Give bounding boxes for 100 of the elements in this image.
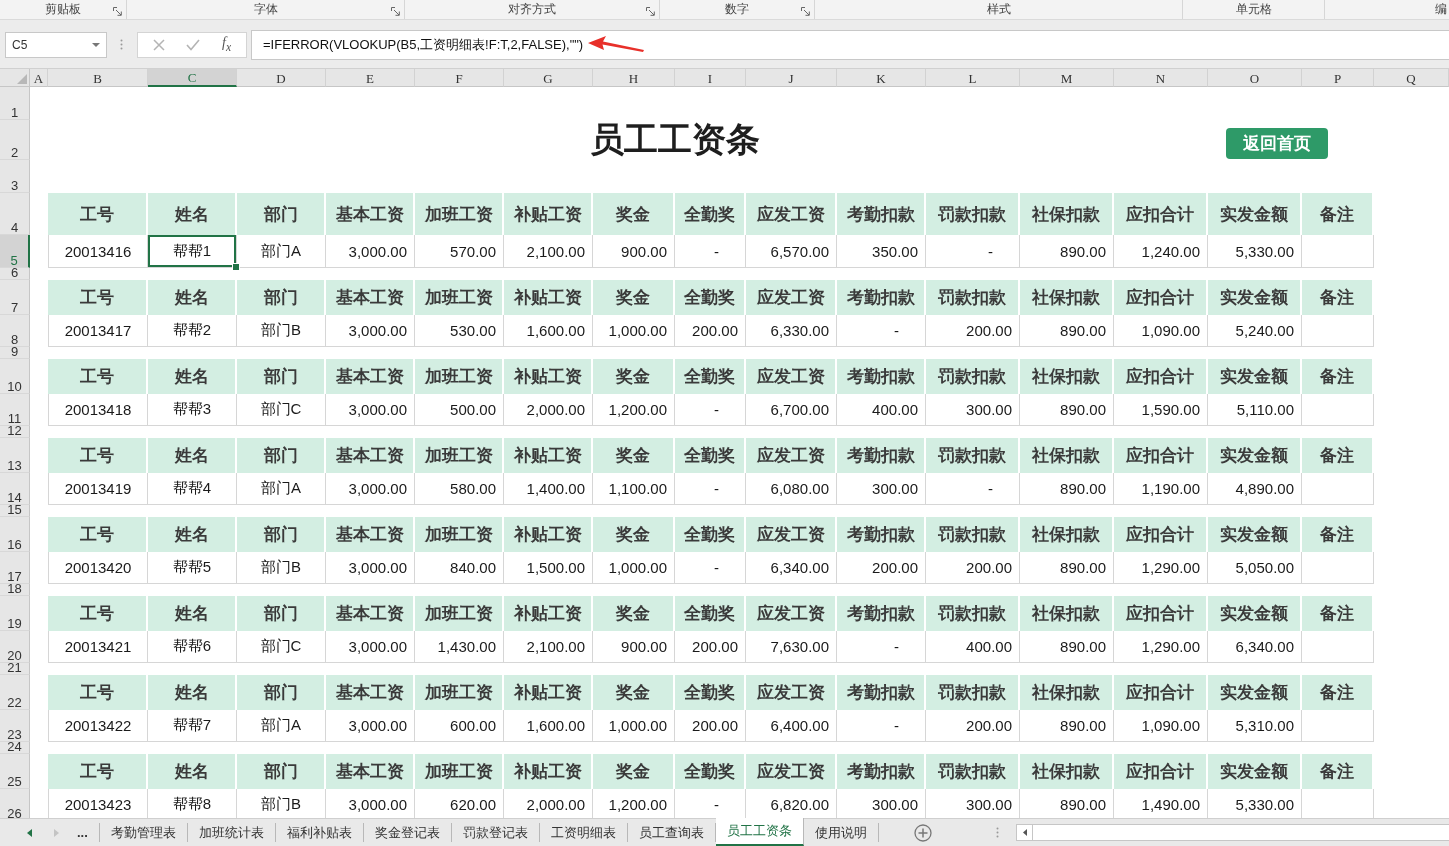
sheet-tab[interactable]: 考勤管理表 [100, 823, 188, 842]
name-box[interactable]: C5 [5, 31, 107, 58]
table-cell[interactable]: - [675, 235, 746, 268]
table-cell[interactable]: 200.00 [926, 710, 1020, 742]
table-cell[interactable]: 890.00 [1020, 710, 1114, 742]
table-cell[interactable]: 帮帮3 [148, 394, 237, 426]
sheet-tab[interactable]: 工资明细表 [540, 823, 628, 842]
row-header[interactable]: 20 [0, 631, 30, 663]
dialog-launcher-icon[interactable] [391, 7, 400, 16]
table-cell[interactable]: 900.00 [593, 631, 675, 663]
table-cell[interactable]: 840.00 [415, 552, 504, 584]
table-cell[interactable]: 帮帮4 [148, 473, 237, 505]
column-header[interactable]: K [837, 69, 926, 87]
row-header[interactable]: 25 [0, 754, 30, 789]
table-cell[interactable]: 1,240.00 [1114, 235, 1208, 268]
row-header[interactable]: 9 [0, 347, 30, 359]
row-header[interactable]: 13 [0, 438, 30, 473]
table-cell[interactable]: 6,700.00 [746, 394, 837, 426]
row-header[interactable]: 22 [0, 675, 30, 710]
column-header[interactable]: J [746, 69, 837, 87]
column-header[interactable]: O [1208, 69, 1302, 87]
table-cell[interactable]: 350.00 [837, 235, 926, 268]
table-cell[interactable]: 帮帮6 [148, 631, 237, 663]
table-cell[interactable]: 1,100.00 [593, 473, 675, 505]
table-cell[interactable]: 890.00 [1020, 394, 1114, 426]
table-cell[interactable]: 1,500.00 [504, 552, 593, 584]
table-cell[interactable]: 2,000.00 [504, 394, 593, 426]
table-cell[interactable]: 1,000.00 [593, 315, 675, 347]
row-header[interactable]: 12 [0, 426, 30, 438]
table-cell[interactable]: 5,310.00 [1208, 710, 1302, 742]
table-cell[interactable]: 200.00 [675, 631, 746, 663]
table-cell[interactable]: 部门A [237, 710, 326, 742]
sheet-tab[interactable]: 员工工资条 [716, 818, 804, 846]
table-cell[interactable]: 帮帮5 [148, 552, 237, 584]
row-header[interactable]: 4 [0, 193, 30, 235]
table-cell[interactable]: 1,090.00 [1114, 315, 1208, 347]
column-header[interactable]: L [926, 69, 1020, 87]
row-header[interactable]: 3 [0, 160, 30, 193]
table-cell[interactable]: 6,400.00 [746, 710, 837, 742]
table-cell[interactable]: 3,000.00 [326, 235, 415, 268]
column-header[interactable]: C [148, 69, 237, 87]
table-cell[interactable]: 1,590.00 [1114, 394, 1208, 426]
formula-field[interactable]: =IFERROR(VLOOKUP(B5,工资明细表!F:T,2,FALSE),"") [251, 29, 1449, 60]
row-header[interactable]: 8 [0, 315, 30, 347]
column-header[interactable]: I [675, 69, 746, 87]
table-cell[interactable]: 1,600.00 [504, 315, 593, 347]
sheet-tab[interactable]: 使用说明 [804, 823, 879, 842]
table-cell[interactable]: - [926, 235, 1020, 268]
table-cell[interactable]: 20013418 [48, 394, 148, 426]
add-sheet-icon[interactable] [914, 823, 932, 842]
table-cell[interactable]: 3,000.00 [326, 473, 415, 505]
row-header[interactable]: 26 [0, 789, 30, 818]
row-header[interactable]: 21 [0, 663, 30, 675]
table-cell[interactable]: 20013417 [48, 315, 148, 347]
dialog-launcher-icon[interactable] [646, 7, 655, 16]
table-cell[interactable]: 20013419 [48, 473, 148, 505]
table-cell[interactable]: - [837, 315, 926, 347]
row-header[interactable]: 24 [0, 742, 30, 754]
check-icon[interactable] [186, 38, 201, 51]
row-header[interactable]: 10 [0, 359, 30, 394]
table-cell[interactable]: 580.00 [415, 473, 504, 505]
table-cell[interactable]: 3,000.00 [326, 710, 415, 742]
row-header[interactable]: 11 [0, 394, 30, 426]
table-cell[interactable]: 1,290.00 [1114, 552, 1208, 584]
column-header[interactable]: A [30, 69, 48, 87]
table-cell[interactable]: 500.00 [415, 394, 504, 426]
table-cell[interactable]: 400.00 [837, 394, 926, 426]
table-cell[interactable]: 4,890.00 [1208, 473, 1302, 505]
column-header[interactable]: D [237, 69, 326, 87]
table-cell[interactable]: 200.00 [675, 710, 746, 742]
table-cell[interactable]: - [675, 394, 746, 426]
row-header[interactable]: 7 [0, 280, 30, 315]
table-cell[interactable]: 6,570.00 [746, 235, 837, 268]
column-header[interactable]: F [415, 69, 504, 87]
dialog-launcher-icon[interactable] [113, 7, 122, 16]
column-header[interactable]: E [326, 69, 415, 87]
row-header[interactable]: 15 [0, 505, 30, 517]
column-header[interactable]: B [48, 69, 148, 87]
table-cell[interactable]: 帮帮7 [148, 710, 237, 742]
table-cell[interactable] [1302, 552, 1374, 584]
table-cell[interactable] [1302, 394, 1374, 426]
table-cell[interactable]: 部门A [237, 235, 326, 268]
row-header[interactable]: 19 [0, 596, 30, 631]
table-cell[interactable]: 6,340.00 [1208, 631, 1302, 663]
table-cell[interactable] [1302, 315, 1374, 347]
table-cell[interactable]: 3,000.00 [326, 394, 415, 426]
table-cell[interactable]: 200.00 [926, 552, 1020, 584]
table-cell[interactable]: 1,090.00 [1114, 710, 1208, 742]
table-cell[interactable]: 1,000.00 [593, 710, 675, 742]
table-cell[interactable]: 200.00 [837, 552, 926, 584]
table-cell[interactable]: - [926, 473, 1020, 505]
table-cell[interactable]: 1,600.00 [504, 710, 593, 742]
row-header[interactable]: 23 [0, 710, 30, 742]
table-cell[interactable]: - [837, 710, 926, 742]
row-header[interactable]: 14 [0, 473, 30, 505]
table-cell[interactable] [1302, 473, 1374, 505]
table-cell[interactable]: 5,050.00 [1208, 552, 1302, 584]
home-button[interactable]: 返回首页 [1226, 128, 1328, 159]
select-all-icon[interactable] [17, 74, 27, 84]
sheet-tab[interactable]: 加班统计表 [188, 823, 276, 842]
